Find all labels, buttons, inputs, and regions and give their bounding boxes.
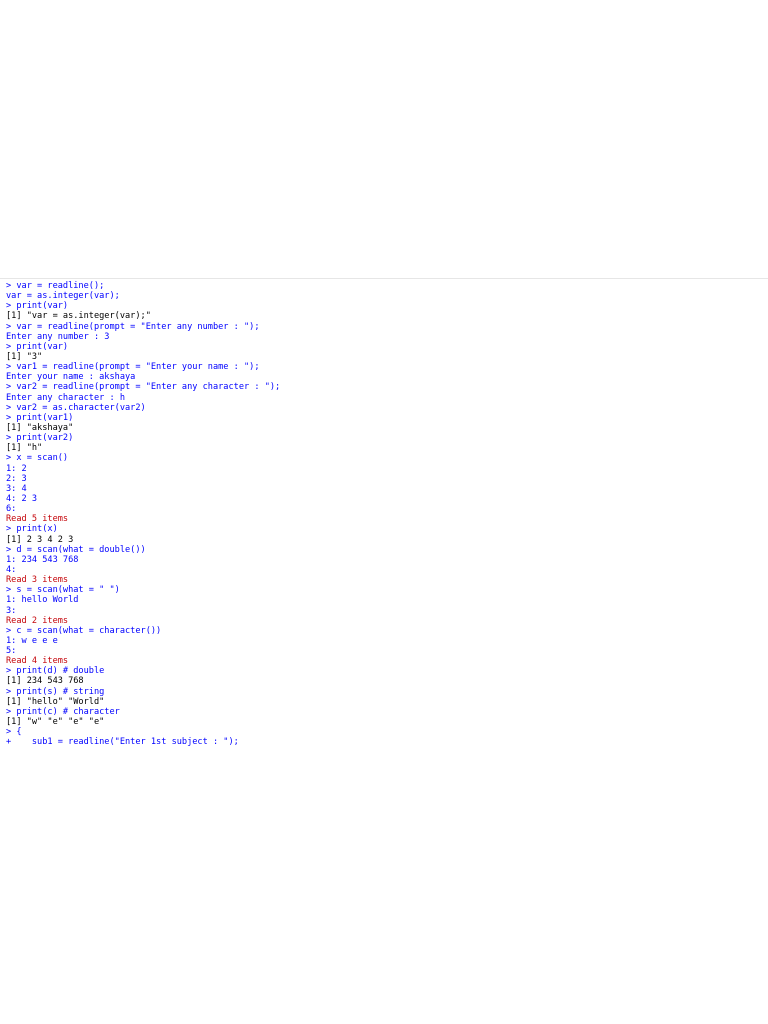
console-input-line: > print(d) # double	[6, 666, 105, 677]
console-input-line: var = as.integer(var);	[6, 291, 120, 302]
console-input-line: > var1 = readline(prompt = "Enter your n…	[6, 362, 260, 373]
console-input-line: 1: 2	[6, 463, 27, 474]
console-input-line: > var2 = readline(prompt = "Enter any ch…	[6, 382, 281, 393]
console-input-line: > print(var)	[6, 341, 69, 352]
console-output-line: [1] "3"	[6, 351, 43, 362]
console-input-line: > var = readline(prompt = "Enter any num…	[6, 321, 260, 332]
console-output-line: [1] 2 3 4 2 3	[6, 534, 74, 545]
console-input-line: Enter any character : h	[6, 392, 125, 403]
console-message-line: Read 2 items	[6, 615, 69, 626]
console-output-line: [1] 234 543 768	[6, 676, 84, 687]
console-input-line: > print(c) # character	[6, 706, 120, 717]
console-input-line: Enter your name : akshaya	[6, 372, 136, 383]
console-output-line: [1] "var = as.integer(var);"	[6, 311, 151, 322]
console-input-line: > var2 = as.character(var2)	[6, 402, 146, 413]
console-input-line: > print(var2)	[6, 433, 74, 444]
console-input-line: 1: hello World	[6, 595, 79, 606]
console-message-line: Read 3 items	[6, 575, 69, 586]
console-input-line: > print(x)	[6, 524, 58, 535]
console-input-line: 4:	[6, 564, 17, 575]
console-input-line: 3:	[6, 605, 17, 616]
r-console[interactable]: > var = readline(); var = as.integer(var)…	[0, 278, 768, 1024]
console-message-line: Read 5 items	[6, 514, 69, 525]
console-input-line: + sub1 = readline("Enter 1st subject : "…	[6, 737, 239, 748]
console-input-line: > x = scan()	[6, 453, 69, 464]
console-input-line: 1: w e e e	[6, 635, 58, 646]
console-input-line: > c = scan(what = character())	[6, 625, 162, 636]
console-input-line: > {	[6, 727, 22, 738]
console-output-line: [1] "h"	[6, 443, 43, 454]
console-input-line: > d = scan(what = double())	[6, 544, 146, 555]
console-input-line: 1: 234 543 768	[6, 554, 79, 565]
console-input-line: 5:	[6, 646, 17, 657]
console-input-line: > print(var1)	[6, 412, 74, 423]
console-output-line: [1] "w" "e" "e" "e"	[6, 717, 105, 728]
console-input-line: > s = scan(what = " ")	[6, 585, 120, 596]
console-input-line: 2: 3	[6, 473, 27, 484]
console-input-line: > var = readline();	[6, 281, 105, 291]
console-input-line: 3: 4	[6, 483, 27, 494]
console-output-line: [1] "akshaya"	[6, 422, 74, 433]
console-output-line: [1] "hello" "World"	[6, 696, 105, 707]
console-input-line: 6:	[6, 504, 17, 515]
console-input-line: 4: 2 3	[6, 493, 38, 504]
console-message-line: Read 4 items	[6, 656, 69, 667]
console-input-line: > print(s) # string	[6, 686, 105, 697]
console-input-line: > print(var)	[6, 301, 69, 312]
console-input-line: Enter any number : 3	[6, 331, 110, 342]
